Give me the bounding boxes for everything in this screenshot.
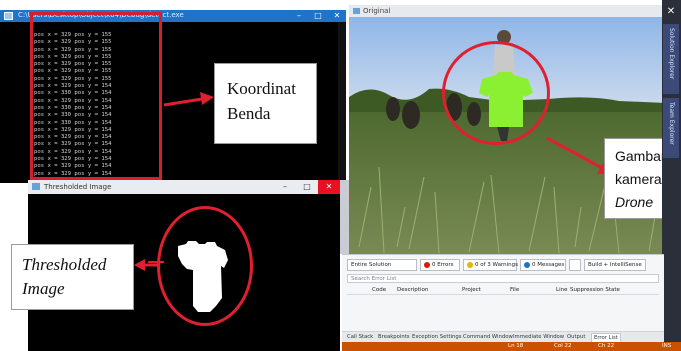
- gambar-label-text: Gambar kamera Drone: [615, 145, 666, 214]
- koordinat-label-box: Koordinat Benda: [214, 63, 317, 144]
- build-source-dropdown[interactable]: Build + IntelliSense: [584, 259, 646, 271]
- messages-filter-label: 0 Messages: [532, 262, 565, 268]
- koordinat-label-line1: Koordinat: [227, 79, 296, 98]
- gambar-label-line3: Drone: [615, 194, 654, 210]
- tab-call-stack[interactable]: Call Stack: [347, 333, 373, 342]
- status-char: Ch 22: [598, 343, 615, 349]
- window-gap: [340, 180, 349, 254]
- warnings-filter-button[interactable]: 0 of 3 Warnings: [463, 259, 519, 271]
- gambar-label-line2: kamera: [615, 171, 662, 187]
- label-arrow-koordinat-head: [200, 92, 214, 105]
- column-line[interactable]: Line: [556, 286, 567, 294]
- console-highlight-box: [30, 12, 162, 180]
- warning-icon: [467, 261, 473, 268]
- error-search-placeholder: Search Error List: [351, 276, 397, 282]
- message-icon: [524, 261, 530, 268]
- tab-breakpoints[interactable]: Breakpoints: [378, 333, 410, 342]
- drone-highlight-circle: [442, 41, 550, 145]
- vs-tab-solution-explorer[interactable]: Solution Explorer: [663, 24, 679, 94]
- status-column: Col 22: [554, 343, 572, 349]
- column-code[interactable]: Code: [372, 286, 386, 294]
- thresholded-maximize-button[interactable]: □: [296, 180, 318, 194]
- thresholded-close-button[interactable]: ✕: [318, 180, 340, 194]
- bottom-tool-tabs: Call Stack Breakpoints Exception Setting…: [342, 331, 664, 344]
- column-project[interactable]: Project: [462, 286, 481, 294]
- tab-output[interactable]: Output: [567, 333, 585, 342]
- thresholded-titlebar[interactable]: Thresholded Image – □ ✕: [28, 180, 340, 194]
- thresholded-title: Thresholded Image: [44, 183, 112, 191]
- error-list-panel: Entire Solution 0 Errors 0 of 3 Warnings…: [342, 254, 664, 344]
- messages-filter-button[interactable]: 0 Messages: [520, 259, 566, 271]
- column-suppression-state[interactable]: Suppression State: [570, 286, 620, 294]
- bystander: [386, 97, 400, 121]
- console-minimize-button[interactable]: –: [290, 10, 308, 22]
- console-close-button[interactable]: ✕: [328, 10, 346, 22]
- filter-icon[interactable]: [569, 259, 581, 271]
- status-bar: Ln 18 Col 22 Ch 22 INS: [342, 342, 681, 351]
- thresholded-app-icon: [32, 183, 40, 190]
- thresholded-label-box: Thresholded Image: [11, 244, 134, 310]
- status-mode: INS: [662, 343, 672, 349]
- vs-tab-team-explorer[interactable]: Team Explorer: [663, 98, 679, 158]
- error-scope-dropdown[interactable]: Entire Solution: [347, 259, 417, 271]
- thresholded-label-line2: Image: [22, 279, 65, 298]
- drone-titlebar[interactable]: Original: [349, 5, 666, 17]
- thresholded-highlight-circle: [157, 206, 253, 326]
- error-list-header: Code Description Project File Line Suppr…: [347, 285, 659, 295]
- bystander: [402, 101, 420, 129]
- column-file[interactable]: File: [510, 286, 519, 294]
- errors-filter-label: 0 Errors: [432, 262, 454, 268]
- console-app-icon: [4, 12, 13, 20]
- column-description[interactable]: Description: [397, 286, 428, 294]
- label-arrow-thresholded-head: [134, 259, 145, 271]
- status-line: Ln 18: [508, 343, 524, 349]
- drone-title: Original: [363, 7, 391, 15]
- vs-tab-team-explorer-label: Team Explorer: [668, 102, 675, 145]
- tab-exception-settings[interactable]: Exception Settings: [412, 333, 461, 342]
- thresholded-minimize-button[interactable]: –: [274, 180, 296, 194]
- gambar-label-line1: Gambar: [615, 148, 666, 164]
- tab-immediate-window[interactable]: Immediate Window: [513, 333, 564, 342]
- label-arrow-thresholded-outer: [134, 259, 158, 271]
- vs-close-button[interactable]: ✕: [663, 5, 679, 19]
- console-scrollbar[interactable]: [338, 22, 346, 183]
- error-search-input[interactable]: Search Error List: [347, 274, 659, 283]
- error-list-toolbar: Entire Solution 0 Errors 0 of 3 Warnings…: [342, 259, 664, 271]
- console-maximize-button[interactable]: □: [309, 10, 327, 22]
- error-icon: [424, 261, 430, 268]
- koordinat-label-line2: Benda: [227, 104, 271, 123]
- thresholded-label-text: Thresholded Image: [22, 253, 106, 301]
- thresholded-label-line1: Thresholded: [22, 255, 107, 274]
- errors-filter-button[interactable]: 0 Errors: [420, 259, 460, 271]
- vs-tab-solution-explorer-label: Solution Explorer: [668, 28, 675, 80]
- tab-command-window[interactable]: Command Window: [463, 333, 513, 342]
- koordinat-label-text: Koordinat Benda: [227, 76, 296, 126]
- drone-app-icon: [353, 8, 360, 14]
- warnings-filter-label: 0 of 3 Warnings: [475, 262, 519, 268]
- label-arrow-koordinat-shaft: [163, 97, 203, 107]
- label-arrow-koordinat: [163, 92, 214, 107]
